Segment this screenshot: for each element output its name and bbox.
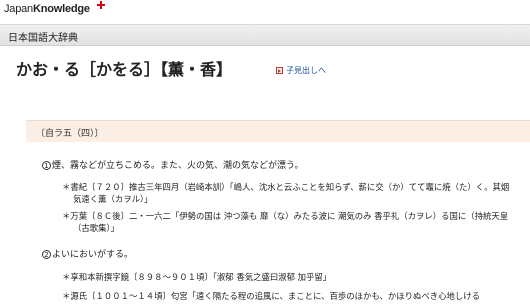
grammar-box: 〔自ラ五（四）〕 bbox=[26, 120, 530, 142]
grammar-label: 〔自ラ五（四）〕 bbox=[36, 129, 104, 139]
sense-1: 1 煙、霧などが立ちこめる。また、火の気、潮の気などが漂う。 bbox=[42, 158, 303, 171]
sense-definition: よいにおいがする。 bbox=[52, 250, 134, 260]
arrow-right-icon bbox=[276, 67, 283, 74]
entry-headword: かお・る［かをる］【薫・香】 bbox=[16, 60, 233, 79]
citation-line: （古歌集）」 bbox=[73, 223, 120, 233]
citation-line: ＊源氏〔１００１～１４頃〕匂宮「遠く隔たる程の追風に、まことに、百歩のほかも、か… bbox=[62, 291, 480, 301]
sense-2: 2 よいにおいがする。 bbox=[42, 247, 133, 260]
citation-line: ＊享和本新撰字鏡〔８９８～９０１頃〕「淑郁 香気之盛曰淑郁 加乎留」 bbox=[62, 272, 332, 282]
sense-definition: 煙、霧などが立ちこめる。また、火の気、潮の気などが漂う。 bbox=[52, 161, 304, 171]
dictionary-name: 日本国語大辞典 bbox=[8, 33, 78, 44]
logo-text-japan: Japan bbox=[4, 3, 33, 15]
top-bar: JapanKnowledge bbox=[0, 0, 530, 24]
sense-number: 2 bbox=[42, 250, 51, 259]
logo-text-knowledge: Knowledge bbox=[32, 3, 90, 15]
subheading-link[interactable]: 子見出しへ bbox=[276, 65, 326, 76]
citation-line: ＊書紀〔７２０〕推古三年四月（岩崎本訓）「嶋人、沈水と云ふことを知らず、薪に交（… bbox=[62, 182, 510, 192]
japanknowledge-logo[interactable]: JapanKnowledge bbox=[4, 3, 90, 15]
citation-line: ＊万葉〔８Ｃ後〕二・一六二「伊勢の国は 沖つ藻も 靡（な）みたる波に 潮気のみ … bbox=[62, 211, 509, 221]
subheading-link-label: 子見出しへ bbox=[286, 66, 326, 75]
citation-line: 気遠く薫（カヲル）」 bbox=[73, 194, 153, 204]
plus-icon bbox=[97, 1, 105, 9]
dictionary-bar: 日本国語大辞典 bbox=[0, 24, 530, 46]
sense-number: 1 bbox=[42, 161, 51, 170]
